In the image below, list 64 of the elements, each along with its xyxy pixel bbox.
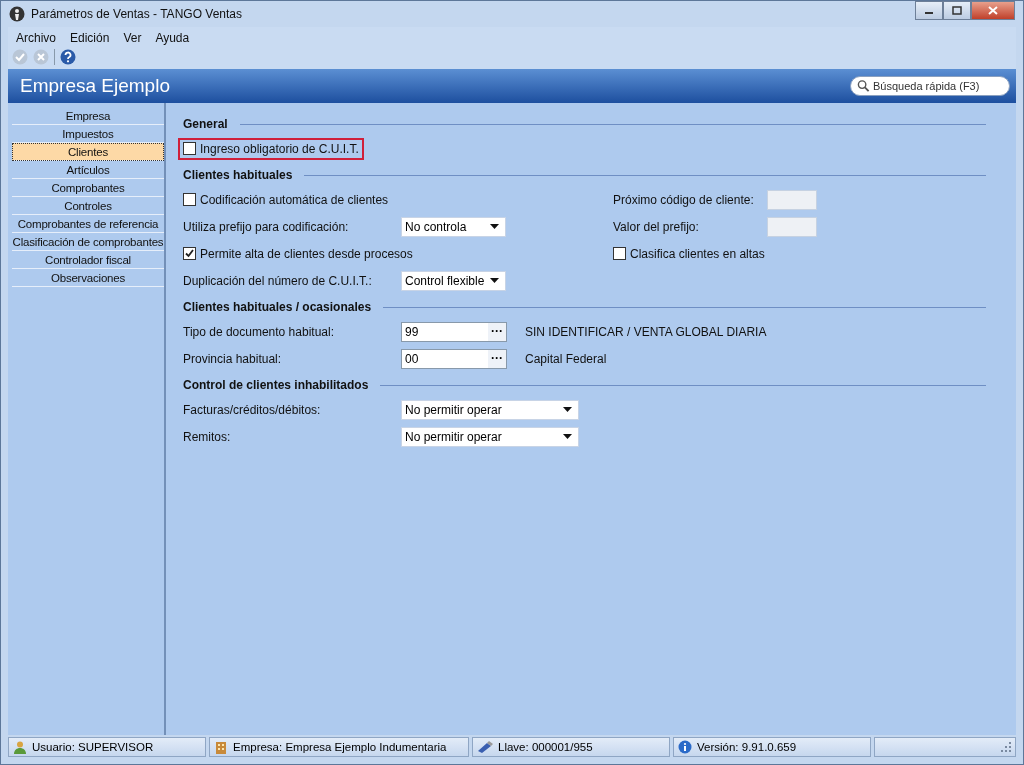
browse-button[interactable]: ··· — [488, 349, 506, 368]
field-label: Utiliza prefijo para codificación: — [183, 219, 350, 234]
caret-icon — [490, 278, 499, 283]
dropdown[interactable]: Control flexible — [401, 270, 506, 291]
caret-icon — [563, 434, 572, 439]
caret-icon — [490, 224, 499, 229]
section-title: Clientes habituales / ocasionales — [183, 300, 372, 314]
maximize-icon — [952, 6, 962, 15]
status-text: Empresa: Empresa Ejemplo Indumentaria — [233, 741, 447, 753]
resize-grip-icon[interactable] — [1001, 742, 1011, 752]
checkbox-option[interactable]: Ingreso obligatorio de C.U.I.T. — [178, 137, 364, 160]
window-title: Parámetros de Ventas - TANGO Ventas — [31, 7, 242, 21]
maximize-button[interactable] — [943, 1, 971, 20]
usb-key-icon — [477, 741, 493, 753]
lookup-field[interactable]: 00 ··· — [401, 348, 507, 369]
menu-item[interactable]: Ver — [123, 31, 142, 45]
field-label: Facturas/créditos/débitos: — [183, 402, 322, 417]
dropdown[interactable]: No permitir operar — [401, 426, 579, 447]
lookup-field[interactable]: 99 ··· — [401, 321, 507, 342]
search-field[interactable]: Búsqueda rápida (F3) — [850, 76, 1010, 96]
checkbox-option[interactable]: Codificación automática de clientes — [178, 188, 394, 211]
section-title: General — [183, 117, 228, 131]
lookup-description: SIN IDENTIFICAR / VENTA GLOBAL DIARIA — [525, 324, 767, 339]
caret-icon — [563, 407, 572, 412]
close-icon — [988, 6, 998, 15]
building-icon — [214, 740, 228, 754]
field-label: Duplicación del número de C.U.I.T.: — [183, 273, 373, 288]
checkbox-option[interactable]: Permite alta de clientes desde procesos — [178, 242, 418, 265]
sidebar-item[interactable]: Observaciones — [12, 269, 164, 287]
menu-item[interactable]: Ayuda — [155, 31, 190, 45]
field-label: Tipo de documento habitual: — [183, 324, 335, 339]
lookup-description: Capital Federal — [525, 351, 607, 366]
sidebar-item[interactable]: Comprobantes de referencia — [12, 215, 164, 233]
field-label: Remitos: — [183, 429, 232, 444]
checkbox-option[interactable]: Clasifica clientes en altas — [608, 242, 770, 265]
sidebar-item[interactable]: Controlador fiscal — [12, 251, 164, 269]
status-text: Versión: 9.91.0.659 — [697, 741, 797, 753]
minimize-button[interactable] — [915, 1, 943, 20]
app-logo-icon — [9, 6, 25, 22]
dropdown[interactable]: No permitir operar — [401, 399, 579, 420]
status-text: Usuario: SUPERVISOR — [32, 741, 154, 753]
field-label: Próximo código de cliente: — [613, 192, 755, 207]
close-button[interactable] — [971, 1, 1015, 20]
sidebar-item[interactable]: Empresa — [12, 107, 164, 125]
menu-item[interactable]: Archivo — [16, 31, 56, 45]
dropdown[interactable]: No controla — [401, 216, 506, 237]
search-icon — [857, 79, 870, 93]
menu-item[interactable]: Edición — [70, 31, 110, 45]
field-label: Valor del prefijo: — [613, 219, 700, 234]
field-label: Provincia habitual: — [183, 351, 283, 366]
browse-button[interactable]: ··· — [488, 322, 506, 341]
section-title: Control de clientes inhabilitados — [183, 378, 369, 392]
checkmark-icon — [184, 248, 195, 259]
company-title: Empresa Ejemplo — [20, 75, 170, 97]
sidebar-item[interactable]: Clientes — [12, 143, 164, 161]
sidebar-item[interactable]: Controles — [12, 197, 164, 215]
user-icon — [13, 740, 27, 754]
sidebar-item[interactable]: Comprobantes — [12, 179, 164, 197]
info-icon — [678, 740, 692, 754]
help-icon[interactable] — [60, 49, 76, 65]
sidebar-item[interactable]: Artículos — [12, 161, 164, 179]
section-title: Clientes habituales — [183, 168, 293, 182]
sidebar-item[interactable]: Clasificación de comprobantes — [12, 233, 164, 251]
status-text: Llave: 000001/955 — [498, 741, 593, 753]
